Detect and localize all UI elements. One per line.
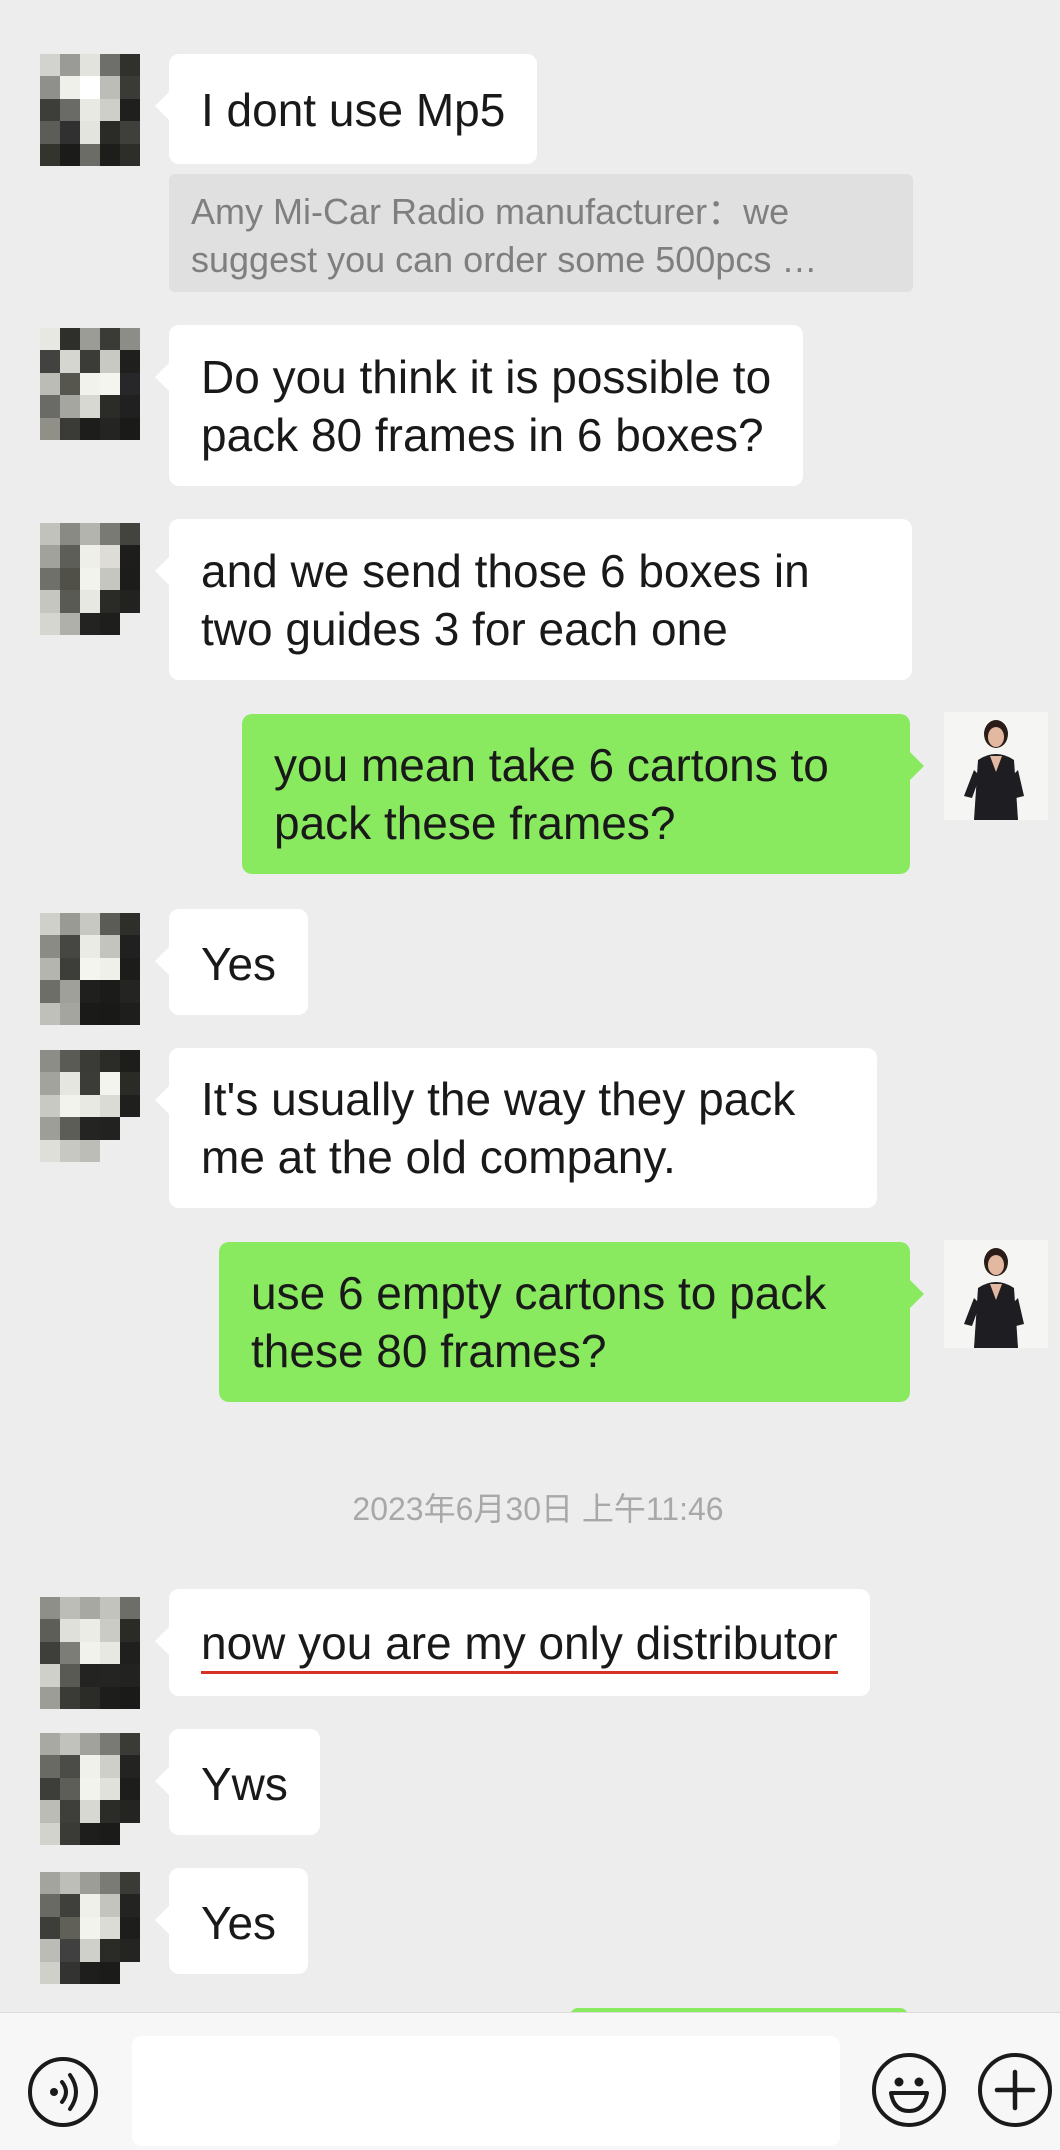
timestamp: 2023年6月30日 上午11:46 — [352, 1491, 724, 1527]
incoming-message[interactable]: Yws — [155, 1729, 320, 1835]
avatar[interactable] — [40, 523, 140, 635]
plus-icon — [994, 2069, 1036, 2111]
outgoing-message[interactable]: use 6 empty cartons to pack these 80 fra… — [219, 1242, 924, 1402]
emoji-icon — [889, 2077, 929, 2113]
avatar-photo — [944, 712, 1048, 820]
emoji-button[interactable] — [872, 2053, 946, 2127]
avatar[interactable] — [40, 1050, 140, 1162]
my-avatar[interactable] — [944, 712, 1048, 820]
message-text: Yws — [201, 1758, 288, 1810]
message-text-line: pack these frames? — [274, 797, 676, 849]
incoming-message[interactable]: Yes — [154, 1868, 309, 1974]
message-input[interactable] — [132, 2036, 840, 2146]
avatar-photo — [944, 1240, 1048, 1348]
voice-icon — [50, 2073, 78, 2111]
avatar[interactable] — [40, 1872, 140, 1984]
avatar[interactable] — [40, 328, 140, 440]
quoted-message[interactable]: Amy Mi-Car Radio manufacturer：we suggest… — [169, 174, 913, 292]
avatar[interactable] — [40, 54, 140, 166]
avatar[interactable] — [40, 1733, 140, 1845]
message-text-line: Do you think it is possible to — [201, 351, 772, 403]
avatar[interactable] — [40, 913, 140, 1025]
incoming-message[interactable]: Do you think it is possible to pack 80 f… — [154, 325, 804, 486]
incoming-message[interactable]: and we send those 6 boxes in two guides … — [155, 519, 912, 680]
voice-button[interactable] — [28, 2057, 98, 2127]
more-button[interactable] — [978, 2053, 1052, 2127]
quote-text: Amy Mi-Car Radio manufacturer：we suggest… — [191, 191, 818, 280]
message-text-line: It's usually the way they pack — [201, 1073, 796, 1125]
message-text-line: use 6 empty cartons to pack — [251, 1267, 827, 1319]
outgoing-message[interactable]: you mean take 6 cartons to pack these fr… — [242, 714, 924, 874]
incoming-message[interactable]: It's usually the way they pack me at the… — [155, 1048, 877, 1208]
incoming-message[interactable]: now you are my only distributor — [155, 1589, 870, 1696]
chat-area[interactable]: I dont use Mp5 Amy Mi-Car Radio manufact… — [0, 0, 1060, 2012]
message-text: Yes — [201, 1897, 277, 1949]
message-text-line: you mean take 6 cartons to — [274, 739, 829, 791]
message-text-line: and we send those 6 boxes in — [201, 545, 810, 597]
message-text-line: these 80 frames? — [251, 1325, 607, 1377]
message-text-line: me at the old company. — [201, 1131, 676, 1183]
incoming-message[interactable]: Yes — [154, 909, 309, 1015]
incoming-message[interactable]: I dont use Mp5 — [154, 54, 538, 164]
message-text-line: two guides 3 for each one — [201, 603, 728, 655]
message-text: now you are my only distributor — [201, 1617, 838, 1674]
my-avatar[interactable] — [944, 1240, 1048, 1348]
message-text: Yes — [201, 938, 277, 990]
message-text: I dont use Mp5 — [201, 84, 506, 136]
avatar[interactable] — [40, 1597, 140, 1709]
message-text-line: pack 80 frames in 6 boxes? — [201, 409, 764, 461]
